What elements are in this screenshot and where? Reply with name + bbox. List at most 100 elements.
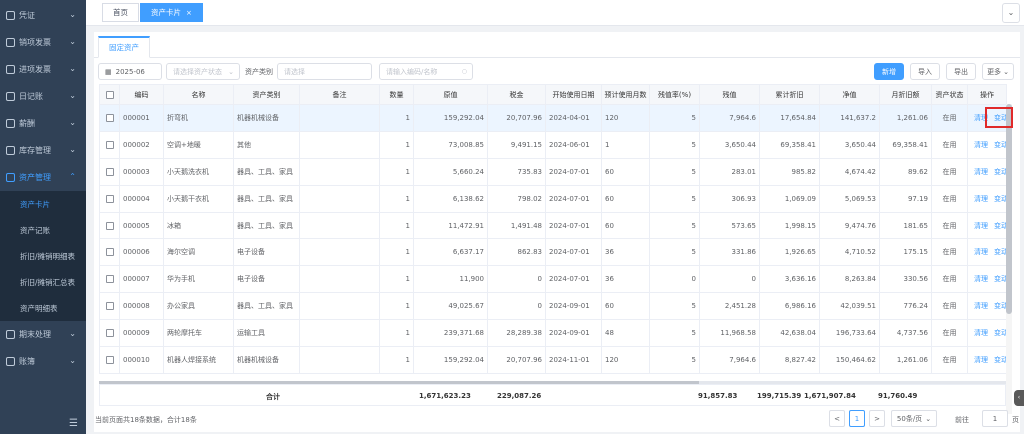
search-input[interactable]: 请输入编码/名称 ○ bbox=[379, 63, 473, 80]
change-button[interactable]: 变动 bbox=[994, 248, 1006, 256]
sidebar-item-journal[interactable]: 日记账 ⌄ bbox=[0, 83, 86, 110]
asset-code-link[interactable]: 000006 bbox=[119, 238, 164, 267]
sidebar-item-voucher[interactable]: 凭证 ⌄ bbox=[0, 2, 86, 29]
table-row[interactable]: 000007 华为手机 电子设备 1 11,900 0 2024-07-01 36 0 0 3,63… bbox=[99, 265, 1007, 294]
table-row[interactable]: 000010 机器人焊接系统 机器机械设备 1 159,292.04 20,707.96 2… bbox=[99, 346, 1007, 374]
clear-button[interactable]: 清理 bbox=[974, 222, 988, 230]
table-row[interactable]: 000003 小天鹅洗衣机 器具、工具、家具 1 5,660.24 735.83 2024-… bbox=[99, 157, 1007, 186]
table-row[interactable]: 000004 小天鹅干衣机 器具、工具、家具 1 6,138.62 798.02 2024-… bbox=[99, 184, 1007, 213]
change-button[interactable]: 变动 bbox=[994, 275, 1006, 283]
asset-category-select[interactable]: 请选择 bbox=[277, 63, 372, 80]
column-header: 税金 bbox=[487, 84, 546, 105]
sidebar-item-sales-invoice[interactable]: 销项发票 ⌄ bbox=[0, 29, 86, 56]
change-button[interactable]: 变动 bbox=[994, 302, 1006, 310]
table-cell bbox=[299, 211, 380, 240]
table-cell: 159,292.04 bbox=[413, 346, 488, 374]
goto-page-input[interactable]: 1 bbox=[982, 410, 1008, 427]
asset-status-select[interactable]: 请选择资产状态 ⌄ bbox=[166, 63, 240, 80]
summary-residual: 91,857.83 bbox=[698, 392, 738, 400]
table-row[interactable]: 000005 冰箱 器具、工具、家具 1 11,472.91 1,491.48 2024-0… bbox=[99, 211, 1007, 240]
table-cell: 89.62 bbox=[879, 157, 932, 186]
table-row[interactable]: 000002 空调+地暖 其他 1 73,008.85 9,491.15 2024-06-0… bbox=[99, 130, 1007, 159]
asset-code-link[interactable]: 000005 bbox=[119, 211, 164, 240]
clear-button[interactable]: 清理 bbox=[974, 248, 988, 256]
sidebar-item-inventory[interactable]: 库存管理 ⌄ bbox=[0, 137, 86, 164]
table-row[interactable]: 000001 折弯机 机器机械设备 1 159,292.04 20,707.96 2024-… bbox=[99, 104, 1007, 132]
tabs-dropdown-button[interactable]: ⌄ bbox=[1002, 3, 1020, 23]
clear-button[interactable]: 清理 bbox=[974, 356, 988, 364]
add-button[interactable]: 新增 bbox=[874, 63, 904, 80]
collapse-menu-icon[interactable]: ☰ bbox=[69, 418, 78, 429]
asset-code-link[interactable]: 000007 bbox=[119, 265, 164, 294]
change-button[interactable]: 变动 bbox=[994, 168, 1006, 176]
sidebar-sub-asset-booking[interactable]: 资产记账 bbox=[0, 217, 86, 243]
table-cell: 华为手机 bbox=[163, 265, 234, 294]
page-1-button[interactable]: 1 bbox=[849, 410, 865, 427]
scrollbar-thumb[interactable] bbox=[1006, 104, 1012, 314]
prev-page-button[interactable]: < bbox=[829, 410, 845, 427]
row-checkbox[interactable] bbox=[105, 302, 114, 311]
asset-code-link[interactable]: 000010 bbox=[119, 346, 164, 374]
asset-code-link[interactable]: 000003 bbox=[119, 157, 164, 186]
page-size-select[interactable]: 50条/页 ⌄ bbox=[891, 410, 937, 427]
table-row[interactable]: 000009 两轮摩托车 运输工具 1 239,371.68 28,289.38 2024-… bbox=[99, 319, 1007, 348]
table-row[interactable]: 000006 海尔空调 电子设备 1 6,637.17 862.83 2024-07-01 3… bbox=[99, 238, 1007, 267]
next-page-button[interactable]: > bbox=[869, 410, 885, 427]
table-cell: 8,263.84 bbox=[819, 265, 880, 294]
asset-code-link[interactable]: 000009 bbox=[119, 319, 164, 348]
sidebar-item-ledger[interactable]: 账簿 ⌄ bbox=[0, 348, 86, 375]
row-checkbox[interactable] bbox=[105, 167, 114, 176]
clear-button[interactable]: 清理 bbox=[974, 302, 988, 310]
change-button[interactable]: 变动 bbox=[994, 329, 1006, 337]
more-button[interactable]: 更多 ⌄ bbox=[982, 63, 1014, 80]
period-picker[interactable]: ▦ 2025-06 bbox=[98, 63, 162, 80]
row-checkbox[interactable] bbox=[105, 248, 114, 257]
tab-fixed-assets[interactable]: 固定资产 bbox=[98, 36, 150, 58]
vertical-scrollbar[interactable] bbox=[1006, 104, 1012, 414]
change-button[interactable]: 变动 bbox=[994, 222, 1006, 230]
category-label: 资产类别 bbox=[245, 68, 273, 76]
tab-asset-card[interactable]: 资产卡片 × bbox=[140, 3, 203, 22]
row-checkbox[interactable] bbox=[105, 113, 114, 122]
table-cell: 17,654.84 bbox=[759, 104, 820, 132]
import-button[interactable]: 导入 bbox=[910, 63, 940, 80]
table-cell: 9,491.15 bbox=[487, 130, 546, 159]
close-icon[interactable]: × bbox=[186, 9, 192, 17]
change-button[interactable]: 变动 bbox=[994, 141, 1006, 149]
change-button[interactable]: 变动 bbox=[994, 195, 1006, 203]
export-button[interactable]: 导出 bbox=[946, 63, 976, 80]
sidebar-sub-asset-card[interactable]: 资产卡片 bbox=[0, 191, 86, 217]
select-all-checkbox[interactable] bbox=[105, 90, 114, 99]
journal-icon bbox=[6, 92, 15, 101]
row-checkbox[interactable] bbox=[105, 355, 114, 364]
asset-code-link[interactable]: 000004 bbox=[119, 184, 164, 213]
row-checkbox[interactable] bbox=[105, 275, 114, 284]
clear-button[interactable]: 清理 bbox=[974, 329, 988, 337]
table-cell: 1 bbox=[379, 184, 414, 213]
table-cell: 20,707.96 bbox=[487, 346, 546, 374]
row-checkbox[interactable] bbox=[105, 140, 114, 149]
sidebar-item-assets[interactable]: 资产管理 ⌃ bbox=[0, 164, 86, 191]
sidebar-item-salary[interactable]: 薪酬 ⌄ bbox=[0, 110, 86, 137]
asset-code-link[interactable]: 000008 bbox=[119, 292, 164, 321]
asset-code-link[interactable]: 000001 bbox=[119, 104, 164, 132]
sidebar-sub-depreciation-summary[interactable]: 折旧/摊销汇总表 bbox=[0, 269, 86, 295]
row-checkbox[interactable] bbox=[105, 194, 114, 203]
table-cell: 4,710.52 bbox=[819, 238, 880, 267]
side-panel-toggle-icon[interactable]: ‹ bbox=[1014, 390, 1024, 406]
change-button[interactable]: 变动 bbox=[994, 356, 1006, 364]
clear-button[interactable]: 清理 bbox=[974, 275, 988, 283]
sidebar-sub-depreciation-detail[interactable]: 折旧/摊销明细表 bbox=[0, 243, 86, 269]
sidebar-item-period-end[interactable]: 期末处理 ⌄ bbox=[0, 321, 86, 348]
clear-button[interactable]: 清理 bbox=[974, 195, 988, 203]
table-row[interactable]: 000008 办公家具 器具、工具、家具 1 49,025.67 0 2024-09-01 6… bbox=[99, 292, 1007, 321]
table-cell bbox=[299, 184, 380, 213]
sidebar-sub-asset-detail[interactable]: 资产明细表 bbox=[0, 295, 86, 321]
clear-button[interactable]: 清理 bbox=[974, 141, 988, 149]
tab-home[interactable]: 首页 bbox=[102, 3, 139, 22]
clear-button[interactable]: 清理 bbox=[974, 168, 988, 176]
row-checkbox[interactable] bbox=[105, 329, 114, 338]
asset-code-link[interactable]: 000002 bbox=[119, 130, 164, 159]
sidebar-item-purchase-invoice[interactable]: 进项发票 ⌄ bbox=[0, 56, 86, 83]
row-checkbox[interactable] bbox=[105, 221, 114, 230]
